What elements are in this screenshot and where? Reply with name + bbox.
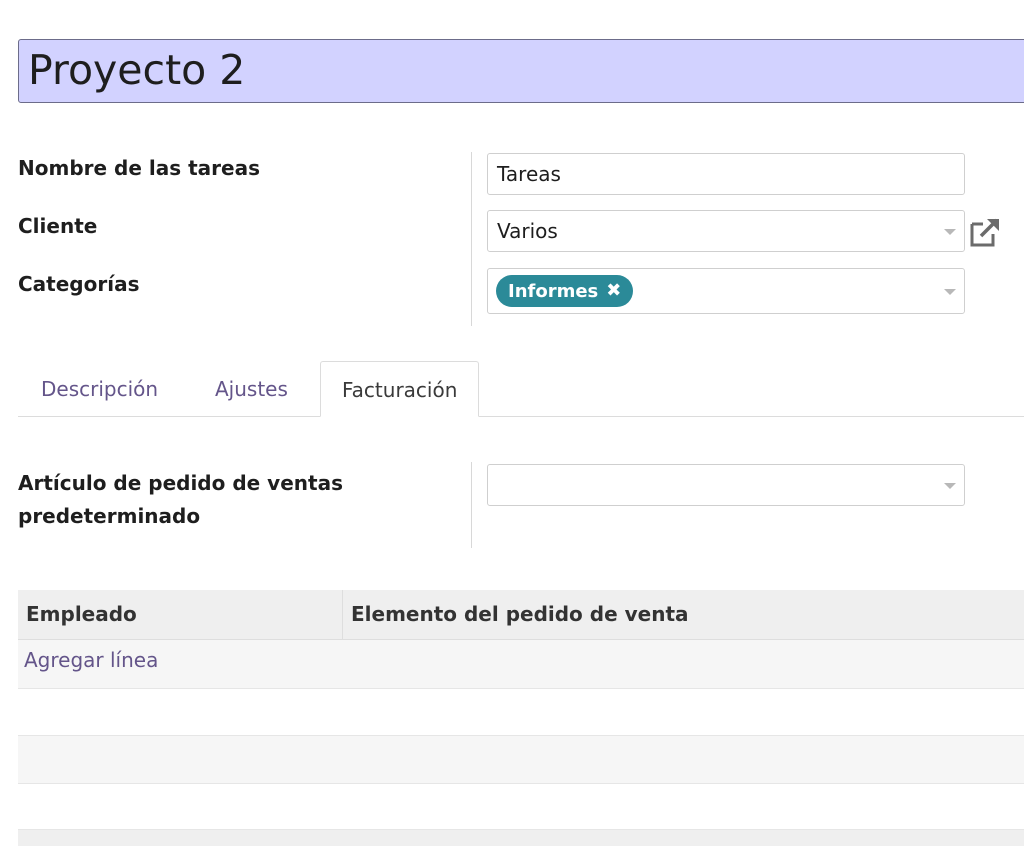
- field-separator: [471, 152, 472, 326]
- external-link-icon[interactable]: [968, 216, 1002, 248]
- task-name-input[interactable]: Tareas: [487, 153, 965, 195]
- default-sale-line-select[interactable]: [487, 464, 965, 506]
- category-tag-label: Informes: [508, 280, 599, 302]
- default-sale-line-label: Artículo de pedido de ventas predetermin…: [18, 467, 343, 533]
- customer-select[interactable]: Varios: [487, 210, 965, 252]
- table-footer: [18, 830, 1024, 846]
- customer-label: Cliente: [18, 214, 98, 238]
- default-sale-line-label-line1: Artículo de pedido de ventas: [18, 471, 343, 495]
- categories-tags-input[interactable]: Informes ✖: [487, 268, 965, 314]
- project-name-input[interactable]: Proyecto 2: [18, 39, 1024, 103]
- tabs-divider: [18, 416, 1024, 417]
- table-row: [18, 736, 1024, 784]
- category-tag: Informes ✖: [496, 275, 634, 307]
- billing-field-separator: [471, 462, 472, 548]
- chevron-down-icon[interactable]: [944, 483, 956, 489]
- add-line-link[interactable]: Agregar línea: [24, 648, 158, 672]
- column-header-employee[interactable]: Empleado: [26, 590, 137, 640]
- project-title: Proyecto 2: [28, 46, 246, 94]
- close-icon[interactable]: ✖: [606, 282, 621, 300]
- chevron-down-icon[interactable]: [944, 289, 956, 295]
- task-name-value: Tareas: [497, 162, 561, 186]
- tab-descripcion[interactable]: Descripción: [41, 361, 158, 417]
- tab-ajustes[interactable]: Ajustes: [215, 361, 288, 417]
- column-header-sale-line[interactable]: Elemento del pedido de venta: [351, 590, 689, 640]
- table-row: Agregar línea: [18, 640, 1024, 689]
- table-header: Empleado Elemento del pedido de venta: [18, 590, 1024, 640]
- tab-facturacion[interactable]: Facturación: [320, 361, 480, 417]
- default-sale-line-label-line2: predeterminado: [18, 504, 201, 528]
- column-separator: [342, 590, 343, 640]
- chevron-down-icon[interactable]: [944, 229, 956, 235]
- table-row: [18, 689, 1024, 736]
- customer-value: Varios: [497, 219, 558, 243]
- categories-label: Categorías: [18, 272, 140, 296]
- table-row: [18, 784, 1024, 830]
- task-name-label: Nombre de las tareas: [18, 156, 260, 180]
